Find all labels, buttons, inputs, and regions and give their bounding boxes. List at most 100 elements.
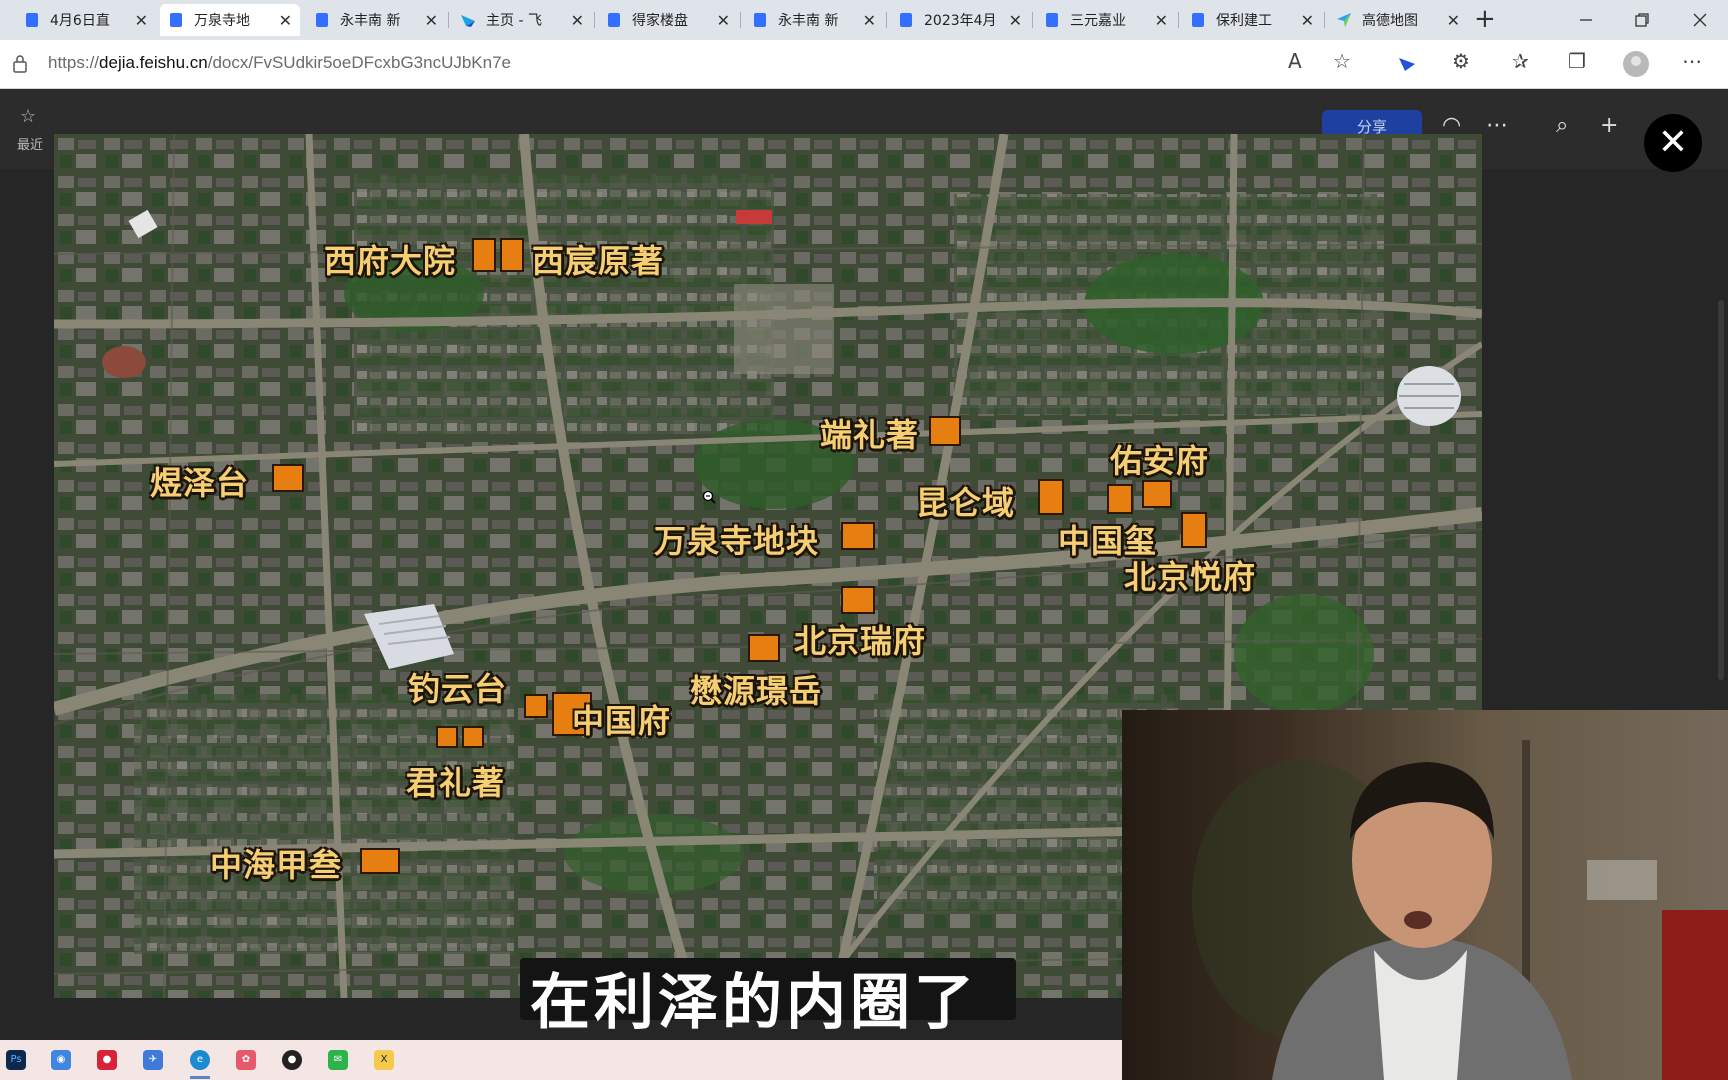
plot-marker	[462, 726, 484, 748]
add-icon[interactable]: +	[1600, 113, 1618, 138]
map-label-zhonghai-jiasan: 中海甲叁	[210, 846, 343, 884]
tab-label: 保利建工	[1216, 13, 1272, 29]
minimize-icon[interactable]	[1578, 12, 1594, 28]
tab-label: 4月6日直	[50, 13, 110, 29]
document-icon	[316, 13, 328, 27]
close-icon[interactable]: ✕	[425, 11, 438, 30]
plot-marker	[748, 634, 780, 662]
plot-marker	[472, 238, 496, 272]
favorites-icon[interactable]: ✰	[1512, 49, 1529, 73]
plot-marker	[436, 726, 458, 748]
taskbar	[0, 1040, 1122, 1080]
map-label-yuzetai: 煜泽台	[150, 464, 250, 502]
restore-icon[interactable]	[1634, 12, 1650, 28]
extensions-icon[interactable]: ⚙	[1452, 49, 1470, 73]
scrollbar[interactable]	[1718, 300, 1724, 680]
url-path: /docx/FvSUdkir5oeDFcxbG3ncUJbKn7e	[207, 53, 512, 72]
map-label-wanquansi: 万泉寺地块	[654, 522, 820, 560]
tab-8[interactable]: 三元嘉业 ✕	[1036, 4, 1176, 36]
tab-label: 主页 - 飞	[486, 13, 542, 29]
tab-separator	[886, 12, 887, 28]
tab-1[interactable]: 4月6日直 ✕	[16, 4, 156, 36]
app-icon[interactable]: ✿	[236, 1050, 256, 1070]
close-icon[interactable]: ✕	[717, 11, 730, 30]
app-icon[interactable]: X	[374, 1050, 394, 1070]
feishu-app-icon[interactable]: ✈	[143, 1050, 163, 1070]
close-icon[interactable]: ✕	[1447, 11, 1460, 30]
close-icon[interactable]: ✕	[863, 11, 876, 30]
map-label-kunlunyu: 昆仑域	[916, 484, 1016, 522]
recent-label[interactable]: 最近	[17, 134, 43, 153]
new-tab-button[interactable]: +	[1474, 4, 1496, 34]
tab-label: 2023年4月	[924, 13, 997, 29]
window-close-icon[interactable]	[1692, 12, 1708, 28]
close-icon[interactable]: ✕	[135, 11, 148, 30]
tab-5[interactable]: 得家楼盘 ✕	[598, 4, 738, 36]
plot-marker	[841, 522, 875, 550]
map-label-beijing-yuefu: 北京悦府	[1124, 558, 1257, 596]
profile-avatar[interactable]	[1623, 51, 1649, 77]
photoshop-icon[interactable]: Ps	[6, 1050, 26, 1070]
tab-separator	[1324, 12, 1325, 28]
map-label-youanfu: 佑安府	[1110, 442, 1210, 480]
tab-separator	[740, 12, 741, 28]
tab-separator	[448, 12, 449, 28]
tab-9[interactable]: 保利建工 ✕	[1182, 4, 1322, 36]
plot-marker	[272, 464, 304, 492]
video-app-icon[interactable]: ●	[97, 1050, 117, 1070]
app-icon[interactable]: ◉	[51, 1050, 71, 1070]
plot-marker	[1142, 480, 1172, 508]
add-favorite-icon[interactable]: ☆	[1333, 49, 1351, 73]
tab-label: 得家楼盘	[632, 13, 688, 29]
tab-2-active[interactable]: 万泉寺地 ✕	[160, 4, 300, 36]
more-icon[interactable]: ⋯	[1486, 113, 1508, 138]
document-icon	[26, 13, 38, 27]
document-icon	[900, 13, 912, 27]
video-subtitle: 在利泽的内圈了	[530, 968, 978, 1038]
tab-separator	[1178, 12, 1179, 28]
more-menu-icon[interactable]: ⋯	[1682, 49, 1702, 73]
close-icon[interactable]: ✕	[1009, 11, 1022, 30]
map-label-junlizhu: 君礼著	[406, 764, 506, 802]
tab-label: 永丰南 新	[340, 13, 401, 29]
tab-4[interactable]: 主页 - 飞 ✕	[452, 4, 592, 36]
tab-separator	[594, 12, 595, 28]
map-label-maoyuan-jingyue: 懋源璟岳	[690, 672, 823, 710]
url-field[interactable]: https://dejia.feishu.cn/docx/FvSUdkir5oe…	[48, 53, 511, 73]
plot-marker	[841, 586, 875, 614]
plot-marker	[929, 416, 961, 446]
plot-marker	[1107, 484, 1133, 514]
plot-marker	[360, 848, 400, 874]
map-label-zhongguofu: 中国府	[572, 702, 672, 740]
close-viewer-button[interactable]: ✕	[1644, 114, 1702, 172]
tab-label: 高德地图	[1362, 13, 1418, 29]
read-aloud-icon[interactable]: A	[1288, 49, 1302, 73]
close-icon[interactable]: ✕	[279, 11, 292, 30]
tab-3[interactable]: 永丰南 新 ✕	[306, 4, 446, 36]
map-label-diaoyuntai: 钓云台	[408, 670, 508, 708]
active-app-indicator	[190, 1076, 210, 1079]
feishu-extension-icon[interactable]	[1398, 54, 1416, 72]
plot-marker	[524, 694, 548, 718]
tab-label: 三元嘉业	[1070, 13, 1126, 29]
wechat-icon[interactable]: ✉	[328, 1050, 348, 1070]
star-icon[interactable]: ☆	[20, 106, 36, 127]
close-icon[interactable]: ✕	[1301, 11, 1314, 30]
document-icon	[608, 13, 620, 27]
lock-icon[interactable]	[12, 54, 28, 74]
map-label-beijing-ruifu: 北京瑞府	[794, 622, 927, 660]
url-scheme: https://	[48, 53, 100, 72]
obs-icon[interactable]: ●	[282, 1050, 302, 1070]
search-icon[interactable]: ⌕	[1556, 113, 1568, 138]
tab-10[interactable]: 高德地图 ✕	[1328, 4, 1468, 36]
webcam-video	[1122, 710, 1728, 1080]
document-icon	[1046, 13, 1058, 27]
tab-6[interactable]: 永丰南 新 ✕	[744, 4, 884, 36]
document-icon	[170, 13, 182, 27]
close-icon[interactable]: ✕	[1155, 11, 1168, 30]
presenter-figure	[1122, 710, 1728, 1080]
collections-icon[interactable]: ❐	[1568, 49, 1586, 73]
tab-7[interactable]: 2023年4月 ✕	[890, 4, 1030, 36]
close-icon[interactable]: ✕	[571, 11, 584, 30]
edge-browser-icon[interactable]: e	[190, 1050, 210, 1070]
